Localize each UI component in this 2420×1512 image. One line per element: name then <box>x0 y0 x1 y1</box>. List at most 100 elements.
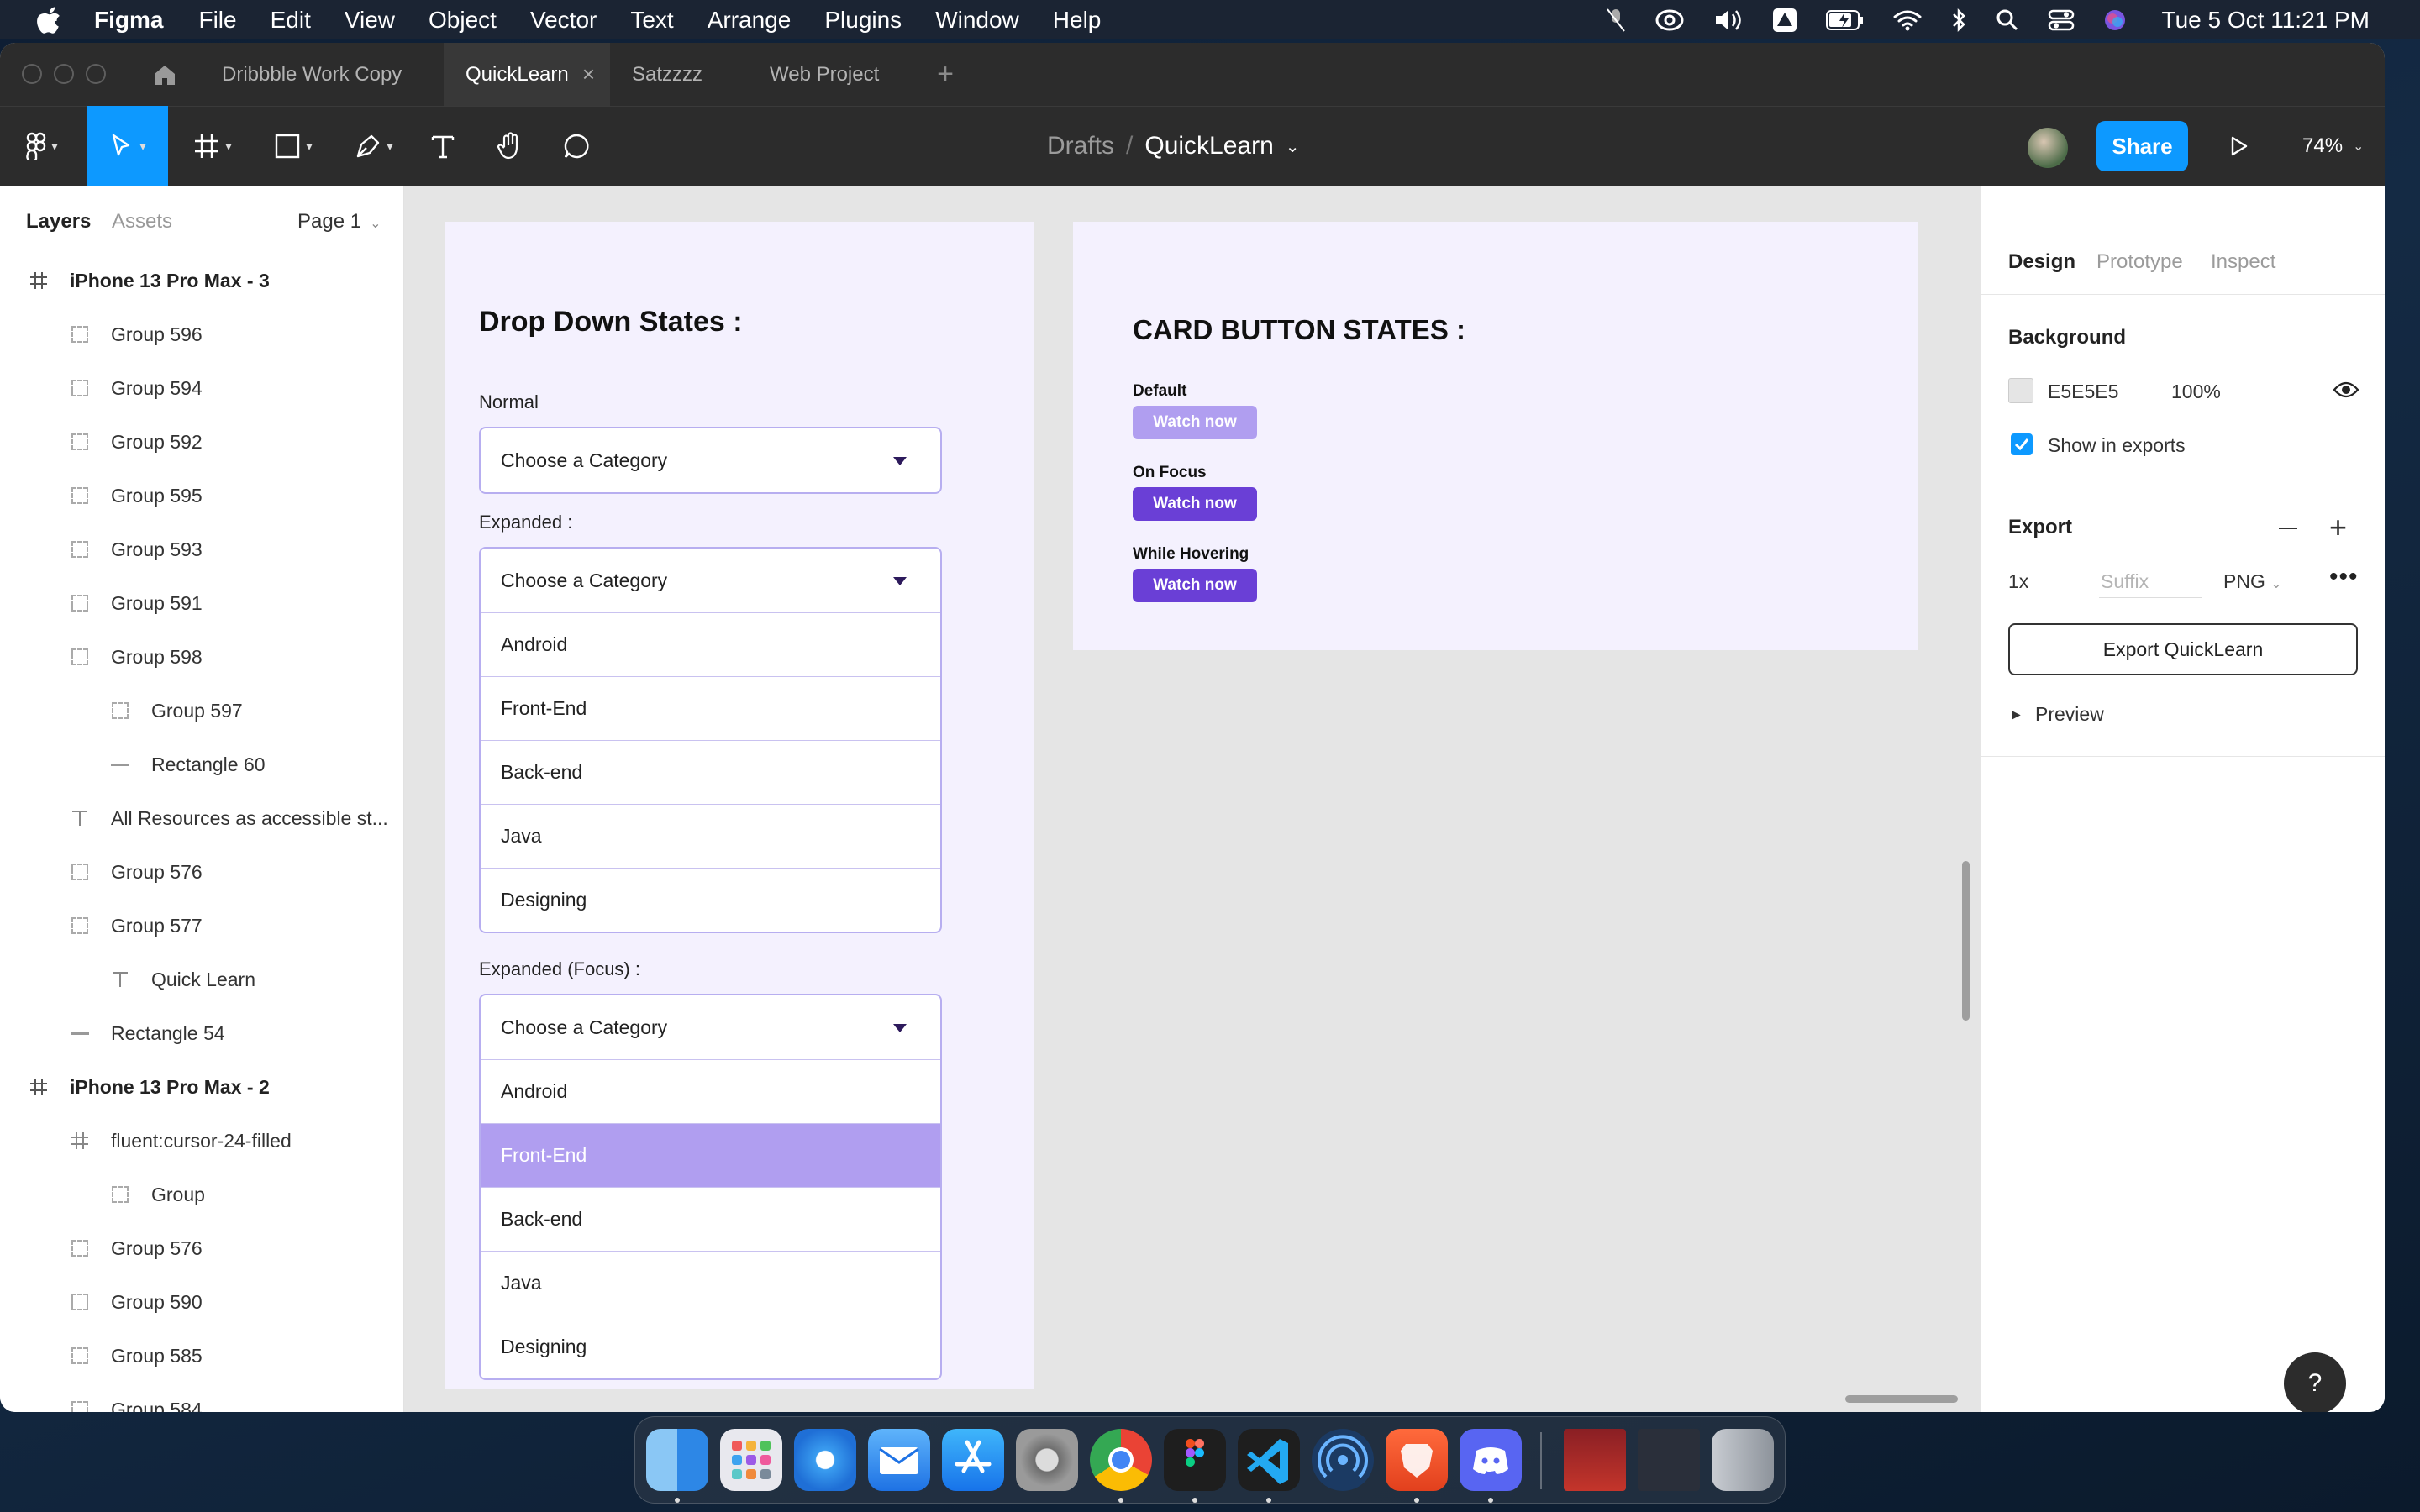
layer-rectangle-60[interactable]: Rectangle 60 <box>0 738 403 791</box>
recent-document-thumbnail[interactable] <box>1564 1429 1626 1491</box>
hand-tool-icon[interactable] <box>489 106 531 186</box>
dropdown-trigger[interactable]: Choose a Category <box>481 995 940 1059</box>
podcasts-broadcast-app-icon[interactable] <box>1312 1429 1374 1491</box>
preview-expand-triangle-icon[interactable]: ▶ <box>2012 707 2021 722</box>
page-selector[interactable]: Page 1 ⌄ <box>297 210 381 234</box>
tab-satzzzz[interactable]: Satzzzz <box>610 43 724 106</box>
wifi-icon[interactable] <box>1893 8 1922 32</box>
user-avatar[interactable] <box>2028 128 2068 168</box>
remove-export-minus-icon[interactable] <box>2279 528 2297 529</box>
export-format-select[interactable]: PNG ⌄ <box>2223 570 2282 593</box>
layer-group-595[interactable]: Group 595 <box>0 469 403 522</box>
home-icon[interactable] <box>141 43 188 106</box>
menu-view[interactable]: View <box>345 7 395 34</box>
layer-fluent-cursor-24-filled[interactable]: fluent:cursor-24-filled <box>0 1114 403 1168</box>
zoom-level-dropdown[interactable]: 74% ⌄ <box>2302 106 2364 186</box>
present-play-icon[interactable] <box>2218 106 2260 186</box>
watch-now-button-focus[interactable]: Watch now <box>1133 487 1257 521</box>
dropdown-trigger[interactable]: Choose a Category <box>481 549 940 612</box>
bluetooth-icon[interactable] <box>1950 8 1967 33</box>
tab-design[interactable]: Design <box>2008 250 2075 274</box>
discord-app-icon[interactable] <box>1460 1429 1522 1491</box>
pen-tool-icon[interactable]: ▾ <box>341 106 407 186</box>
export-suffix-input[interactable]: Suffix <box>2099 561 2202 598</box>
menu-text[interactable]: Text <box>630 7 673 34</box>
menu-plugins[interactable]: Plugins <box>824 7 902 34</box>
watch-now-button-default[interactable]: Watch now <box>1133 406 1257 439</box>
layer-quick-learn[interactable]: Quick Learn <box>0 953 403 1006</box>
mail-app-icon[interactable] <box>868 1429 930 1491</box>
watch-now-button-hover[interactable]: Watch now <box>1133 569 1257 602</box>
tab-web-project[interactable]: Web Project <box>748 43 901 106</box>
layer-group-597[interactable]: Group 597 <box>0 684 403 738</box>
move-tool-icon[interactable]: ▾ <box>87 106 168 186</box>
vscode-app-icon[interactable] <box>1238 1429 1300 1491</box>
tab-close-icon[interactable]: × <box>582 61 595 87</box>
window-minimize-button[interactable] <box>54 64 74 84</box>
apple-logo-icon[interactable] <box>35 6 62 34</box>
dropdown-option-back-end[interactable]: Back-end <box>481 740 940 804</box>
rectangle-tool-icon[interactable]: ▾ <box>260 106 326 186</box>
menu-bar-clock[interactable]: Tue 5 Oct 11:21 PM <box>2162 7 2370 34</box>
dropdown-option-back-end[interactable]: Back-end <box>481 1187 940 1251</box>
text-tool-icon[interactable] <box>422 106 464 186</box>
system-preferences-app-icon[interactable] <box>1016 1429 1078 1491</box>
tab-assets[interactable]: Assets <box>112 210 172 234</box>
add-export-plus-icon[interactable]: + <box>2329 512 2347 543</box>
spotlight-search-icon[interactable] <box>1996 8 2019 32</box>
menu-app-name[interactable]: Figma <box>94 7 163 34</box>
brave-app-icon[interactable] <box>1386 1429 1448 1491</box>
export-scale-select[interactable]: 1x <box>2008 570 2028 593</box>
mic-muted-icon[interactable] <box>1606 8 1626 33</box>
layer-group-576[interactable]: Group 576 <box>0 1221 403 1275</box>
launchpad-app-icon[interactable] <box>720 1429 782 1491</box>
figma-app-icon[interactable] <box>1164 1429 1226 1491</box>
tab-prototype[interactable]: Prototype <box>2096 250 2183 274</box>
layer-rectangle-54[interactable]: Rectangle 54 <box>0 1006 403 1060</box>
chrome-app-icon[interactable] <box>1090 1429 1152 1491</box>
background-hex-input[interactable]: E5E5E5 <box>2048 381 2118 403</box>
menu-object[interactable]: Object <box>429 7 497 34</box>
main-menu-figma-icon[interactable]: ▾ <box>10 106 74 186</box>
background-opacity-input[interactable]: 100% <box>2171 381 2221 403</box>
recent-window-thumbnail[interactable] <box>1638 1429 1700 1491</box>
battery-icon[interactable] <box>1825 9 1865 31</box>
frame-tool-icon[interactable]: ▾ <box>180 106 245 186</box>
dropdown-expanded-focus[interactable]: Choose a Category Android Front-End Back… <box>479 994 942 1380</box>
menu-file[interactable]: File <box>198 7 236 34</box>
export-button[interactable]: Export QuickLearn <box>2008 623 2358 675</box>
volume-icon[interactable] <box>1713 8 1744 33</box>
share-button[interactable]: Share <box>2096 121 2188 171</box>
vertical-scrollbar[interactable] <box>1962 861 1970 1021</box>
layer-group-585[interactable]: Group 585 <box>0 1329 403 1383</box>
control-center-icon[interactable] <box>2048 8 2075 32</box>
layer-group[interactable]: Group <box>0 1168 403 1221</box>
dropdown-option-front-end[interactable]: Front-End <box>481 676 940 740</box>
layer-group-591[interactable]: Group 591 <box>0 576 403 630</box>
layer-all-resources-as-accessible-st[interactable]: All Resources as accessible st... <box>0 791 403 845</box>
new-tab-plus-icon[interactable]: + <box>924 43 966 106</box>
layer-group-594[interactable]: Group 594 <box>0 361 403 415</box>
dropdown-option-java[interactable]: Java <box>481 1251 940 1315</box>
menu-vector[interactable]: Vector <box>530 7 597 34</box>
tab-inspect[interactable]: Inspect <box>2211 250 2275 274</box>
show-in-exports-checkbox[interactable] <box>2011 433 2033 455</box>
tab-dribbble-work-copy[interactable]: Dribbble Work Copy <box>200 43 424 106</box>
creative-cloud-icon[interactable] <box>1655 8 1685 33</box>
layer-iphone-13-pro-max-3[interactable]: iPhone 13 Pro Max - 3 <box>0 254 403 307</box>
dropdown-normal[interactable]: Choose a Category <box>479 427 942 494</box>
layer-group-596[interactable]: Group 596 <box>0 307 403 361</box>
trash-icon[interactable] <box>1712 1429 1774 1491</box>
drive-icon[interactable] <box>1772 8 1797 33</box>
siri-icon[interactable] <box>2103 8 2127 32</box>
horizontal-scrollbar[interactable] <box>1845 1395 1958 1403</box>
dropdown-trigger[interactable]: Choose a Category <box>481 428 940 492</box>
file-menu-chevron-icon[interactable]: ⌄ <box>1286 136 1300 157</box>
safari-app-icon[interactable] <box>794 1429 856 1491</box>
dropdown-option-java[interactable]: Java <box>481 804 940 868</box>
dropdown-option-front-end-focused[interactable]: Front-End <box>481 1123 940 1187</box>
layer-group-598[interactable]: Group 598 <box>0 630 403 684</box>
tab-layers[interactable]: Layers <box>26 210 91 234</box>
menu-edit[interactable]: Edit <box>271 7 311 34</box>
dropdown-option-designing[interactable]: Designing <box>481 868 940 932</box>
